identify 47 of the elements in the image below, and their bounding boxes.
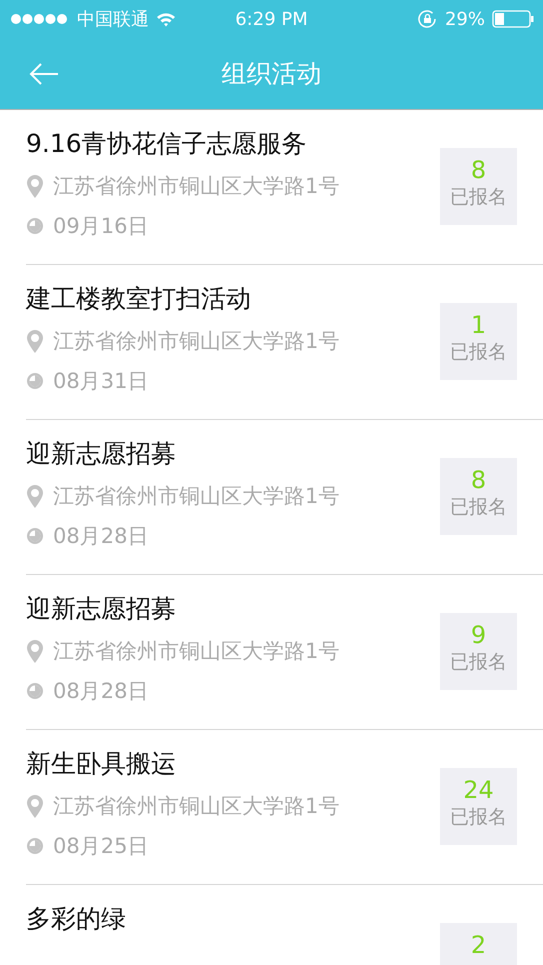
battery-icon [492,10,534,28]
activity-item[interactable]: 新生卧具搬运 江苏省徐州市铜山区大学路1号 08月25日 24 已报名 [26,730,543,885]
activity-title: 迎新志愿招募 [26,593,177,625]
location-pin-icon [26,484,44,508]
wifi-icon [156,12,176,26]
activity-title: 迎新志愿招募 [26,438,177,470]
activity-item[interactable]: 迎新志愿招募 江苏省徐州市铜山区大学路1号 08月28日 9 已报名 [26,575,543,730]
clock-icon [26,372,44,390]
signup-count-badge: 2 [440,923,517,965]
activity-item[interactable]: 9.16青协花信子志愿服务 江苏省徐州市铜山区大学路1号 09月16日 8 已报名 [26,110,543,265]
clock-icon [26,837,44,855]
activity-title: 新生卧具搬运 [26,748,177,780]
signup-count-badge: 9 已报名 [440,613,517,690]
activity-date: 08月28日 [53,523,148,550]
activity-item[interactable]: 建工楼教室打扫活动 江苏省徐州市铜山区大学路1号 08月31日 1 已报名 [26,265,543,420]
location-pin-icon [26,794,44,818]
activity-date: 09月16日 [53,213,148,240]
signup-count-badge: 8 已报名 [440,148,517,225]
carrier-name: 中国联通 [77,8,149,31]
activity-date: 08月28日 [53,678,148,705]
location-pin-icon [26,174,44,198]
activity-address: 江苏省徐州市铜山区大学路1号 [53,793,340,820]
activity-address: 江苏省徐州市铜山区大学路1号 [53,173,340,200]
back-arrow-icon[interactable] [28,62,60,86]
location-pin-icon [26,638,44,664]
location-pin-icon [26,328,44,354]
activity-title: 多彩的绿 [26,903,126,935]
activity-title: 9.16青协花信子志愿服务 [26,128,308,160]
activity-item[interactable]: 多彩的绿 2 [26,885,543,965]
signup-count-badge: 8 已报名 [440,458,517,535]
battery-percent: 29% [444,8,485,30]
clock-icon [26,527,44,545]
signal-icon [10,13,70,25]
signup-count-badge: 1 已报名 [440,303,517,380]
page-title: 组织活动 [222,58,322,90]
activity-date: 08月31日 [53,368,148,395]
activity-title: 建工楼教室打扫活动 [26,283,252,315]
status-time: 6:29 PM [235,8,308,30]
signup-count-badge: 24 已报名 [440,768,517,845]
activity-item[interactable]: 迎新志愿招募 江苏省徐州市铜山区大学路1号 08月28日 8 已报名 [26,420,543,575]
activity-address: 江苏省徐州市铜山区大学路1号 [53,638,340,665]
activity-address: 江苏省徐州市铜山区大学路1号 [53,483,340,510]
clock-icon [26,217,44,235]
rotation-lock-icon [418,10,438,28]
activity-address: 江苏省徐州市铜山区大学路1号 [53,328,340,355]
activity-date: 08月25日 [53,833,148,860]
clock-icon [26,682,44,700]
